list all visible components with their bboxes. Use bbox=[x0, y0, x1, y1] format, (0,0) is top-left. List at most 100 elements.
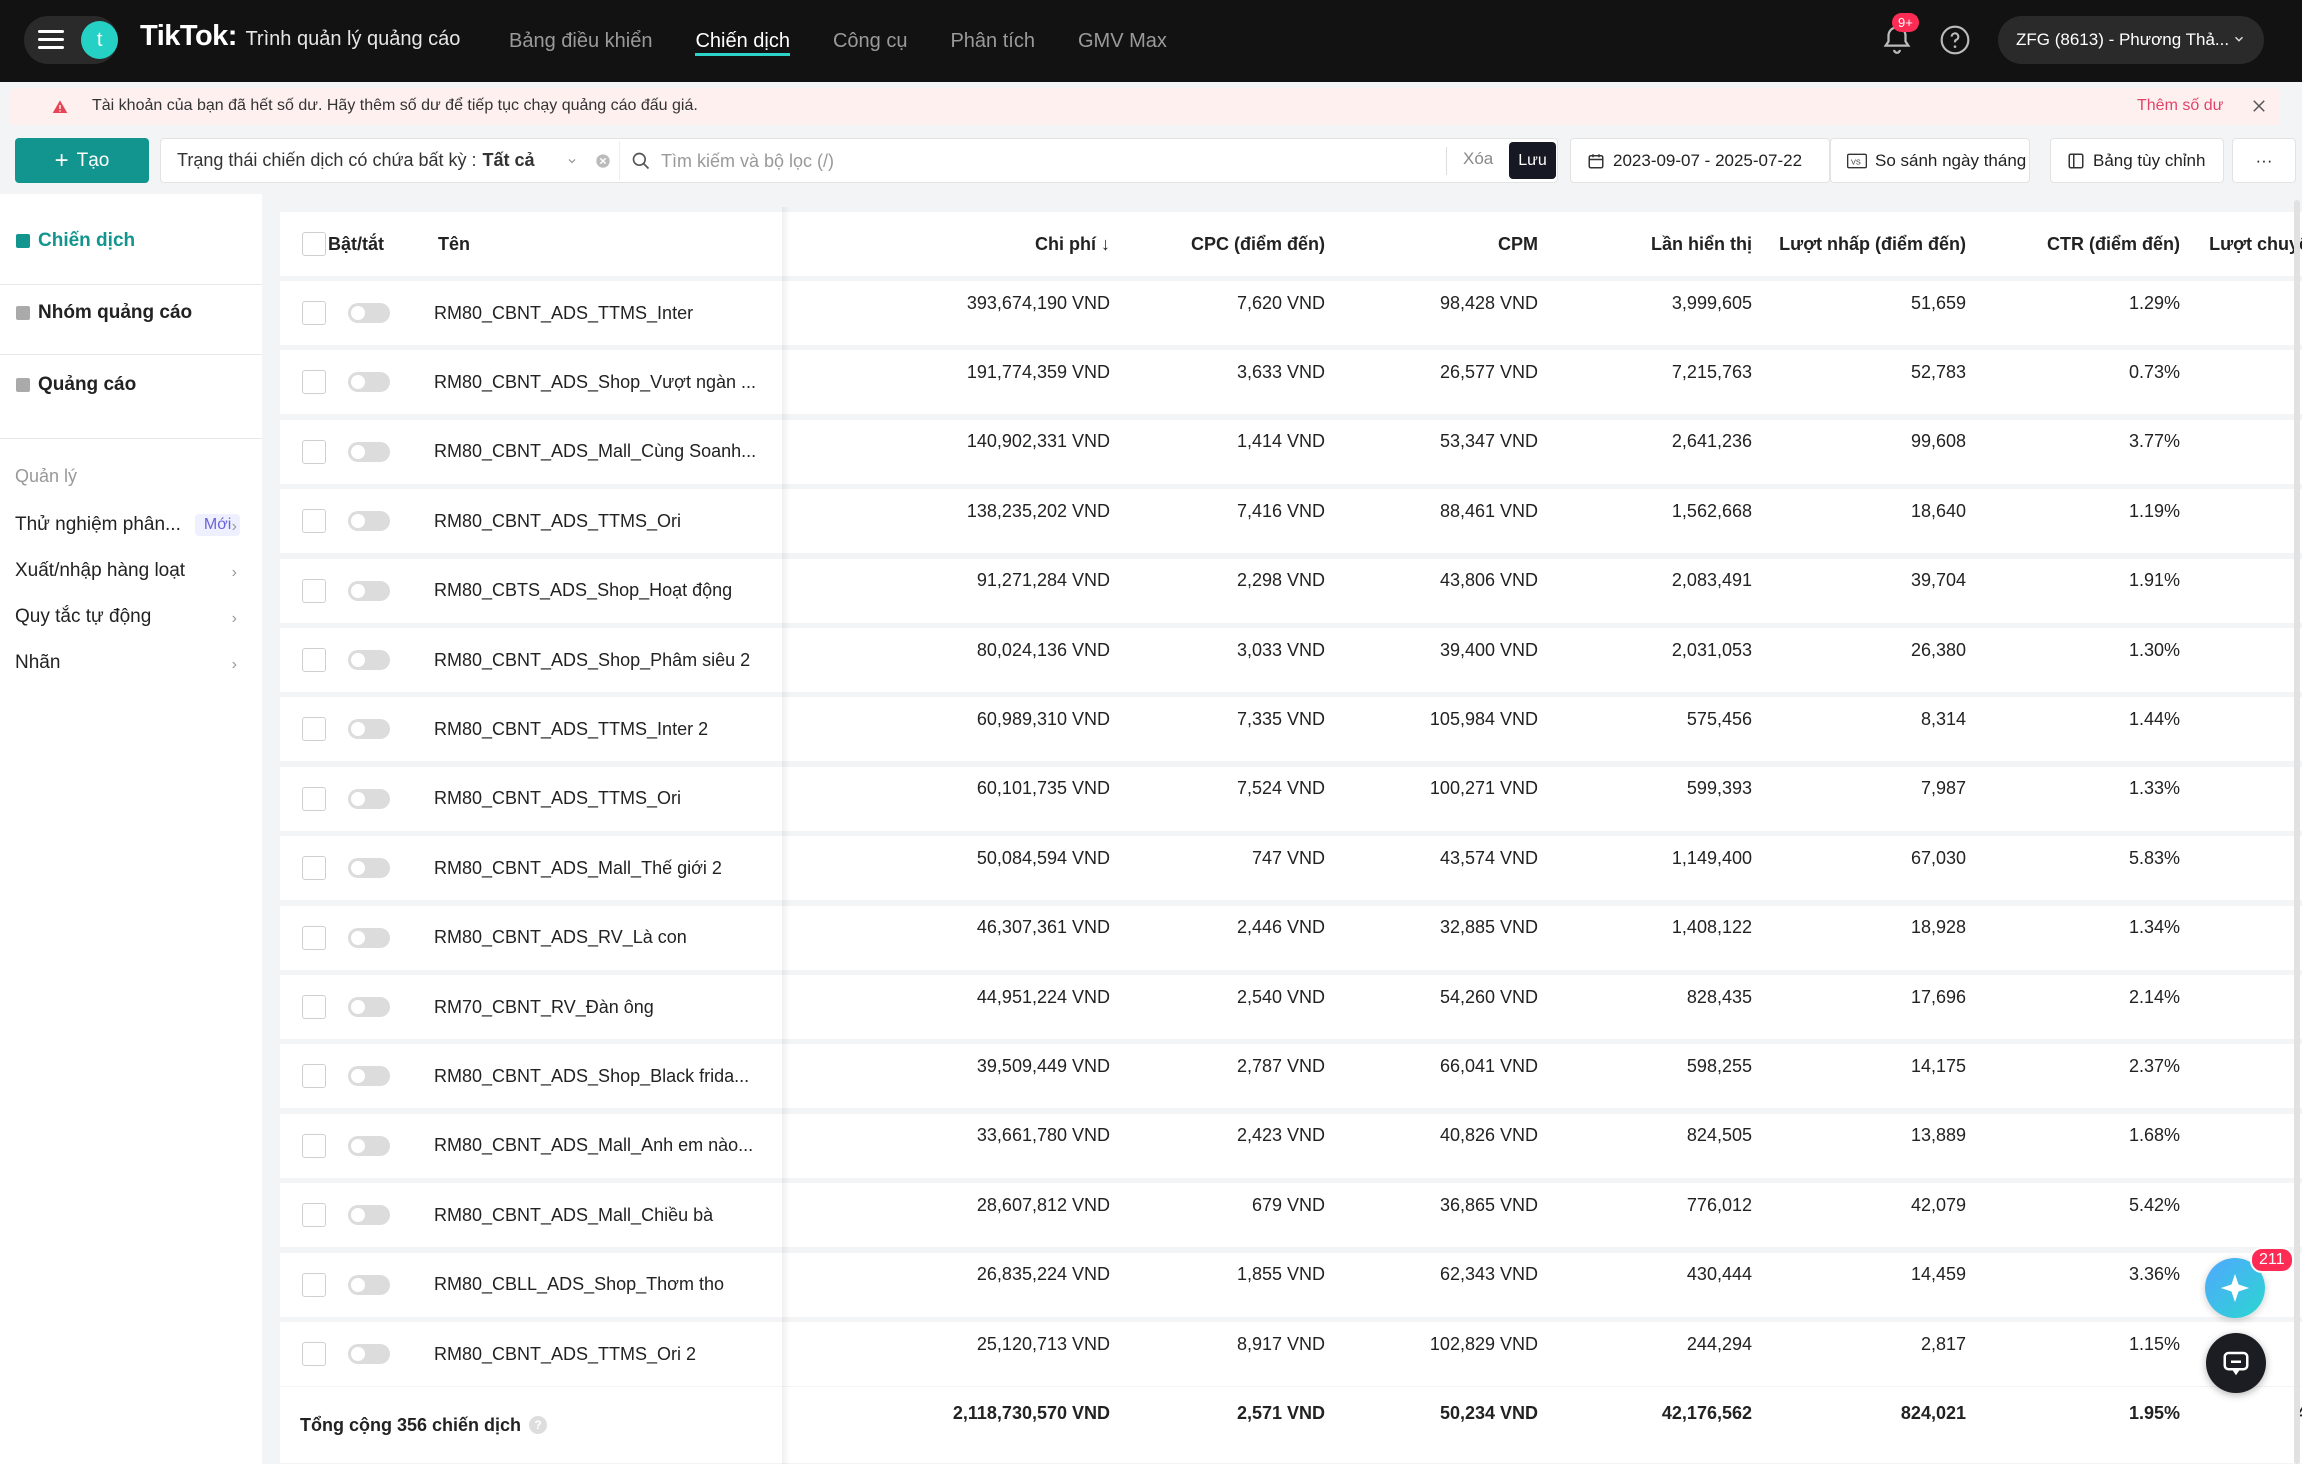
nav-gmv-max[interactable]: GMV Max bbox=[1078, 0, 1167, 82]
campaign-name[interactable]: RM80_CBNT_ADS_Mall_Thế giới 2 bbox=[434, 836, 774, 900]
table-row[interactable]: RM80_CBLL_ADS_Shop_Thơm tho 26,835,224 VN… bbox=[280, 1252, 2302, 1317]
row-checkbox[interactable] bbox=[302, 370, 326, 395]
campaign-name[interactable]: RM80_CBNT_ADS_RV_Là con bbox=[434, 906, 774, 970]
table-row[interactable]: RM80_CBNT_ADS_TTMS_Ori 60,101,735 VND 7,52… bbox=[280, 766, 2302, 831]
select-all-checkbox[interactable] bbox=[302, 232, 326, 256]
row-checkbox[interactable] bbox=[302, 1342, 326, 1366]
campaign-toggle[interactable] bbox=[348, 511, 390, 532]
brand[interactable]: TikTok : Trình quản lý quảng cáo bbox=[140, 20, 460, 53]
row-checkbox[interactable] bbox=[302, 786, 326, 811]
nav-dashboard[interactable]: Bảng điều khiển bbox=[509, 0, 652, 82]
campaign-name[interactable]: RM80_CBNT_ADS_TTMS_Ori bbox=[434, 767, 774, 831]
header-impressions[interactable]: Lần hiển thị bbox=[1550, 212, 1752, 276]
table-row[interactable]: RM80_CBNT_ADS_TTMS_Ori 2 25,120,713 VND 8,… bbox=[280, 1322, 2302, 1386]
header-conversions[interactable]: Lượt chuyển đổi bbox=[2160, 212, 2302, 276]
table-row[interactable]: RM80_CBNT_ADS_Shop_Phâm siêu 2 80,024,136… bbox=[280, 628, 2302, 692]
campaign-name[interactable]: RM80_CBNT_ADS_TTMS_Ori bbox=[434, 489, 774, 553]
row-checkbox[interactable] bbox=[302, 925, 326, 950]
table-row[interactable]: RM80_CBNT_ADS_RV_Là con 46,307,361 VND 2,4… bbox=[280, 905, 2302, 970]
campaign-toggle[interactable] bbox=[348, 997, 390, 1017]
create-button[interactable]: + Tạo bbox=[15, 138, 149, 183]
clear-filter-icon[interactable] bbox=[595, 153, 611, 169]
table-row[interactable]: RM80_CBNT_ADS_Shop_Vượt ngàn ... 191,774,… bbox=[280, 350, 2302, 415]
header-ctr[interactable]: CTR (điểm đến) bbox=[1980, 212, 2180, 276]
nav-analytics[interactable]: Phân tích bbox=[950, 0, 1035, 82]
campaign-name[interactable]: RM80_CBNT_ADS_TTMS_Inter 2 bbox=[434, 697, 774, 761]
campaign-toggle[interactable] bbox=[348, 719, 390, 740]
campaign-toggle[interactable] bbox=[348, 788, 390, 809]
header-toggle[interactable]: Bật/tắt bbox=[328, 212, 408, 276]
row-checkbox[interactable] bbox=[302, 1064, 326, 1089]
campaign-name[interactable]: RM80_CBNT_ADS_TTMS_Ori 2 bbox=[434, 1322, 774, 1386]
header-clicks[interactable]: Lượt nhấp (điểm đến) bbox=[1770, 212, 1966, 276]
row-checkbox[interactable] bbox=[302, 1133, 326, 1158]
campaign-toggle[interactable] bbox=[348, 441, 390, 462]
help-icon[interactable] bbox=[1939, 24, 1971, 56]
campaign-toggle[interactable] bbox=[348, 650, 390, 670]
search-input[interactable] bbox=[661, 147, 1581, 175]
campaign-name[interactable]: RM80_CBLL_ADS_Shop_Thơm tho bbox=[434, 1253, 774, 1317]
close-icon[interactable] bbox=[2250, 97, 2268, 115]
campaign-name[interactable]: RM80_CBNT_ADS_TTMS_Inter bbox=[434, 281, 774, 345]
page-scrollbar[interactable] bbox=[2294, 200, 2300, 1464]
sidebar-item-campaigns[interactable]: Chiến dịch bbox=[16, 230, 135, 252]
table-row[interactable]: RM80_CBNT_ADS_TTMS_Ori 138,235,202 VND 7,4… bbox=[280, 489, 2302, 554]
campaign-name[interactable]: RM80_CBNT_ADS_Mall_Cùng Soanh... bbox=[434, 420, 774, 484]
account-switcher[interactable]: ZFG (8613) - Phương Thả... bbox=[1998, 16, 2264, 64]
compare-dates-button[interactable]: VS So sánh ngày tháng bbox=[1830, 138, 2030, 183]
save-button[interactable]: Lưu bbox=[1509, 142, 1556, 179]
table-row[interactable]: RM80_CBTS_ADS_Shop_Hoạt động 91,271,284 V… bbox=[280, 558, 2302, 623]
nav-campaigns[interactable]: Chiến dịch bbox=[695, 0, 790, 82]
table-row[interactable]: RM80_CBNT_ADS_TTMS_Inter 393,674,190 VND 7… bbox=[280, 281, 2302, 345]
campaign-toggle[interactable] bbox=[348, 927, 390, 948]
table-row[interactable]: RM80_CBNT_ADS_Mall_Anh em nào... 33,661,7… bbox=[280, 1113, 2302, 1178]
help-icon[interactable]: ? bbox=[529, 1416, 548, 1434]
table-row[interactable]: RM80_CBNT_ADS_Shop_Black frida... 39,509,… bbox=[280, 1044, 2302, 1109]
campaign-toggle[interactable] bbox=[348, 580, 390, 601]
nav-tools[interactable]: Công cụ bbox=[833, 0, 908, 82]
sidebar-link-experiments[interactable]: Thử nghiệm phân... Mới › bbox=[15, 514, 245, 536]
row-checkbox[interactable] bbox=[302, 509, 326, 534]
campaign-toggle[interactable] bbox=[348, 858, 390, 879]
row-checkbox[interactable] bbox=[302, 578, 326, 603]
sidebar-link-labels[interactable]: Nhãn › bbox=[15, 652, 245, 674]
row-checkbox[interactable] bbox=[302, 301, 326, 325]
more-options-button[interactable]: ··· bbox=[2232, 138, 2296, 183]
table-row[interactable]: RM80_CBNT_ADS_Mall_Thế giới 2 50,084,594 … bbox=[280, 836, 2302, 901]
campaign-name[interactable]: RM80_CBTS_ADS_Shop_Hoạt động bbox=[434, 559, 774, 623]
campaign-toggle[interactable] bbox=[348, 1135, 390, 1156]
sidebar-link-bulk-import-export[interactable]: Xuất/nhập hàng loạt › bbox=[15, 560, 245, 582]
row-checkbox[interactable] bbox=[302, 717, 326, 742]
campaign-name[interactable]: RM70_CBNT_RV_Đàn ông bbox=[434, 975, 774, 1039]
date-range-picker[interactable]: 2023-09-07 - 2025-07-22 bbox=[1570, 138, 1830, 183]
campaign-name[interactable]: RM80_CBNT_ADS_Shop_Black frida... bbox=[434, 1044, 774, 1108]
sidebar-item-ads[interactable]: Quảng cáo bbox=[16, 374, 136, 396]
add-balance-link[interactable]: Thêm số dư bbox=[2137, 97, 2223, 115]
main-menu-button[interactable]: t bbox=[24, 16, 118, 64]
campaign-name[interactable]: RM80_CBNT_ADS_Shop_Vượt ngàn ... bbox=[434, 350, 774, 414]
clear-button[interactable]: Xóa bbox=[1463, 149, 1493, 169]
row-checkbox[interactable] bbox=[302, 995, 326, 1019]
row-checkbox[interactable] bbox=[302, 648, 326, 672]
row-checkbox[interactable] bbox=[302, 1272, 326, 1297]
campaign-name[interactable]: RM80_CBNT_ADS_Shop_Phâm siêu 2 bbox=[434, 628, 774, 692]
table-row[interactable]: RM80_CBNT_ADS_TTMS_Inter 2 60,989,310 VND… bbox=[280, 697, 2302, 762]
sidebar-item-ad-groups[interactable]: Nhóm quảng cáo bbox=[16, 302, 192, 324]
row-checkbox[interactable] bbox=[302, 856, 326, 881]
header-cpm[interactable]: CPM bbox=[1340, 212, 1538, 276]
customize-columns-button[interactable]: Bảng tùy chỉnh bbox=[2050, 138, 2224, 183]
table-row[interactable]: RM70_CBNT_RV_Đàn ông 44,951,224 VND 2,540 … bbox=[280, 975, 2302, 1039]
status-filter-chip[interactable]: Trạng thái chiến dịch có chứa bất kỳ : T… bbox=[163, 141, 620, 180]
campaign-name[interactable]: RM80_CBNT_ADS_Mall_Anh em nào... bbox=[434, 1114, 774, 1178]
campaign-toggle[interactable] bbox=[348, 1066, 390, 1087]
header-cpc[interactable]: CPC (điểm đến) bbox=[1120, 212, 1325, 276]
table-row[interactable]: RM80_CBNT_ADS_Mall_Chiều bà 28,607,812 VN… bbox=[280, 1183, 2302, 1248]
row-checkbox[interactable] bbox=[302, 439, 326, 464]
campaign-name[interactable]: RM80_CBNT_ADS_Mall_Chiều bà bbox=[434, 1183, 774, 1247]
header-cost[interactable]: Chi phí ↓ bbox=[900, 212, 1110, 276]
sidebar-link-automated-rules[interactable]: Quy tắc tự động › bbox=[15, 606, 245, 628]
row-checkbox[interactable] bbox=[302, 1203, 326, 1228]
campaign-toggle[interactable] bbox=[348, 1274, 390, 1295]
header-name[interactable]: Tên bbox=[438, 212, 638, 276]
table-row[interactable]: RM80_CBNT_ADS_Mall_Cùng Soanh... 140,902,… bbox=[280, 419, 2302, 484]
